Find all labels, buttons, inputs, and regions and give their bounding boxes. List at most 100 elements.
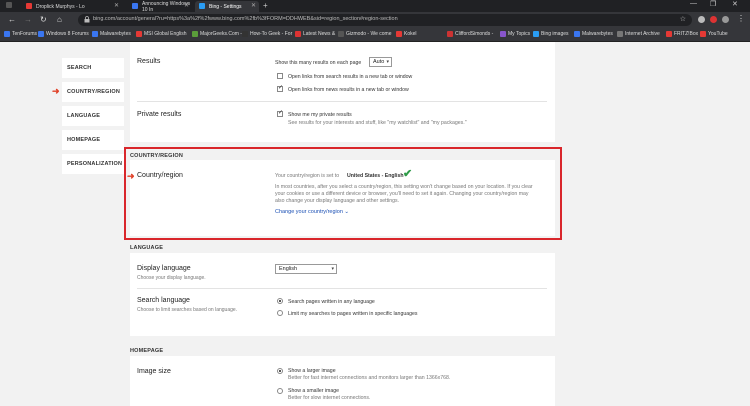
maximize-button[interactable]: ❐ — [710, 0, 716, 8]
bookmark-item[interactable]: TenForums — [4, 31, 37, 37]
bookmark-item[interactable]: Internet Archive — [617, 31, 660, 37]
bookmark-icon — [700, 31, 706, 37]
per-page-text: Show this many results on each page — [275, 60, 362, 66]
search-language-sub: Choose to limit searches based on langua… — [137, 307, 238, 313]
close-window-button[interactable]: ✕ — [732, 0, 738, 8]
language-settings-card — [130, 253, 555, 336]
divider — [137, 288, 547, 289]
settings-page: SEARCH COUNTRY/REGION LANGUAGE HOMEPAGE … — [0, 42, 750, 406]
sidebar-item-personalization[interactable]: PERSONALIZATION — [62, 154, 124, 174]
bookmark-item[interactable]: Kokel — [396, 31, 417, 37]
sidebar-item-label: SEARCH — [67, 65, 92, 71]
minimize-button[interactable]: — — [690, 0, 697, 7]
bookmark-item[interactable]: YouTube — [700, 31, 728, 37]
open-news-new-tab-checkbox[interactable] — [277, 84, 283, 92]
private-results-desc: See results for your interests and stuff… — [288, 120, 467, 126]
any-language-radio[interactable] — [277, 298, 283, 304]
pointer-arrow-icon: ➜ — [127, 171, 135, 181]
larger-image-desc: Better for fast internet connections and… — [288, 375, 451, 381]
url-text: bing.com/account/general?ru=https%3a%2f%… — [93, 16, 398, 22]
tab-favicon-icon — [199, 3, 205, 9]
bookmark-item[interactable]: MajorGeeks.Com - — [192, 31, 242, 37]
tab-announcing[interactable]: Announcing Windows 10 In ✕ — [128, 1, 192, 13]
bookmark-icon — [533, 31, 539, 37]
checkmark-icon: ✔ — [403, 168, 413, 180]
results-label: Results — [137, 58, 161, 65]
address-bar[interactable]: bing.com/account/general?ru=https%3a%2f%… — [78, 14, 692, 26]
smaller-image-desc: Better for slow internet connections. — [288, 395, 371, 401]
language-section-heading: LANGUAGE — [130, 245, 164, 251]
open-search-new-tab-checkbox[interactable] — [277, 73, 283, 79]
chevron-down-icon: ▾ — [386, 59, 389, 65]
divider — [137, 101, 547, 102]
tab-strip: Droplick Murphys - Lo ✕ Announcing Windo… — [0, 0, 750, 13]
bookmark-icon — [338, 31, 344, 37]
extension-icon[interactable] — [698, 16, 705, 23]
smaller-image-radio[interactable] — [277, 388, 283, 394]
bookmark-icon — [192, 31, 198, 37]
bookmark-item[interactable]: Windows 8 Forums — [38, 31, 89, 37]
private-results-label: Private results — [137, 111, 182, 118]
any-language-label: Search pages written in any language — [288, 299, 375, 305]
larger-image-radio[interactable] — [277, 368, 283, 374]
bookmark-icon — [92, 31, 98, 37]
bookmark-icon — [617, 31, 623, 37]
bookmark-item[interactable]: Gizmodo - We come — [338, 31, 391, 37]
sidebar-item-country-region[interactable]: COUNTRY/REGION — [62, 82, 124, 102]
close-tab-icon[interactable]: ✕ — [184, 2, 189, 9]
tab-bing-settings[interactable]: Bing - Settings ✕ — [195, 1, 259, 12]
bookmark-item[interactable]: My Topics — [500, 31, 530, 37]
bookmark-item[interactable]: How-To Geek - For — [242, 31, 292, 37]
lock-icon — [84, 16, 90, 23]
bookmark-icon — [4, 31, 10, 37]
bookmark-icon — [38, 31, 44, 37]
larger-image-label: Show a larger image — [288, 368, 336, 374]
display-language-sub: Choose your display language. — [137, 275, 206, 281]
search-language-label: Search language — [137, 297, 190, 304]
pointer-arrow-icon: ➜ — [52, 86, 60, 96]
tab-favicon-icon — [26, 3, 32, 9]
bookmark-item[interactable]: Bing images — [533, 31, 569, 37]
profile-icon[interactable] — [722, 16, 729, 23]
home-icon[interactable]: ⌂ — [57, 15, 62, 25]
reload-icon[interactable]: ↻ — [40, 15, 47, 25]
back-icon[interactable]: ← — [8, 15, 16, 25]
sidebar-item-language[interactable]: LANGUAGE — [62, 106, 124, 126]
image-size-label: Image size — [137, 368, 171, 375]
bookmark-star-icon[interactable]: ☆ — [680, 15, 686, 23]
tab-menu-icon[interactable] — [6, 2, 12, 8]
sidebar-item-homepage[interactable]: HOMEPAGE — [62, 130, 124, 150]
smaller-image-label: Show a smaller image — [288, 388, 340, 394]
sidebar-item-label: LANGUAGE — [67, 113, 101, 119]
menu-icon[interactable]: ⋮ — [737, 14, 745, 24]
bookmark-icon — [136, 31, 142, 37]
browser-toolbar: ← → ↻ ⌂ bing.com/account/general?ru=http… — [0, 12, 750, 28]
display-language-select[interactable]: English ▾ — [275, 264, 337, 274]
bookmark-item[interactable]: Latest News & — [295, 31, 335, 37]
settings-sidebar: SEARCH COUNTRY/REGION LANGUAGE HOMEPAGE … — [62, 58, 124, 178]
sidebar-item-label: COUNTRY/REGION — [67, 89, 121, 95]
tab-title: Bing - Settings — [209, 3, 242, 10]
bookmark-item[interactable]: CliffordSimonds - — [447, 31, 493, 37]
bookmark-item[interactable]: FRITZ!Box — [666, 31, 698, 37]
bookmarks-bar: TenForums Windows 8 Forums Malwarebytes … — [0, 28, 750, 42]
bookmark-item[interactable]: MSI Global English — [136, 31, 187, 37]
specific-language-radio[interactable] — [277, 310, 283, 316]
open-search-new-tab-label: Open links from search results in a new … — [288, 74, 413, 80]
bookmark-icon — [295, 31, 301, 37]
extension-icon[interactable] — [710, 16, 717, 23]
new-tab-button[interactable]: + — [263, 1, 268, 10]
tab-droplick[interactable]: Droplick Murphys - Lo ✕ — [22, 1, 122, 12]
sidebar-item-label: PERSONALIZATION — [67, 161, 123, 167]
close-tab-icon[interactable]: ✕ — [114, 2, 119, 9]
highlight-box — [124, 147, 562, 240]
per-page-select[interactable]: Auto ▾ — [369, 57, 392, 67]
close-tab-icon[interactable]: ✕ — [251, 2, 256, 9]
sidebar-item-search[interactable]: SEARCH — [62, 58, 124, 78]
bookmark-item[interactable]: Malwarebytes — [92, 31, 131, 37]
tab-title: Droplick Murphys - Lo — [36, 3, 85, 10]
bookmark-icon — [242, 31, 248, 37]
forward-icon[interactable]: → — [24, 15, 32, 25]
private-results-checkbox[interactable] — [277, 109, 283, 117]
bookmark-item[interactable]: Malwarebytes — [574, 31, 613, 37]
